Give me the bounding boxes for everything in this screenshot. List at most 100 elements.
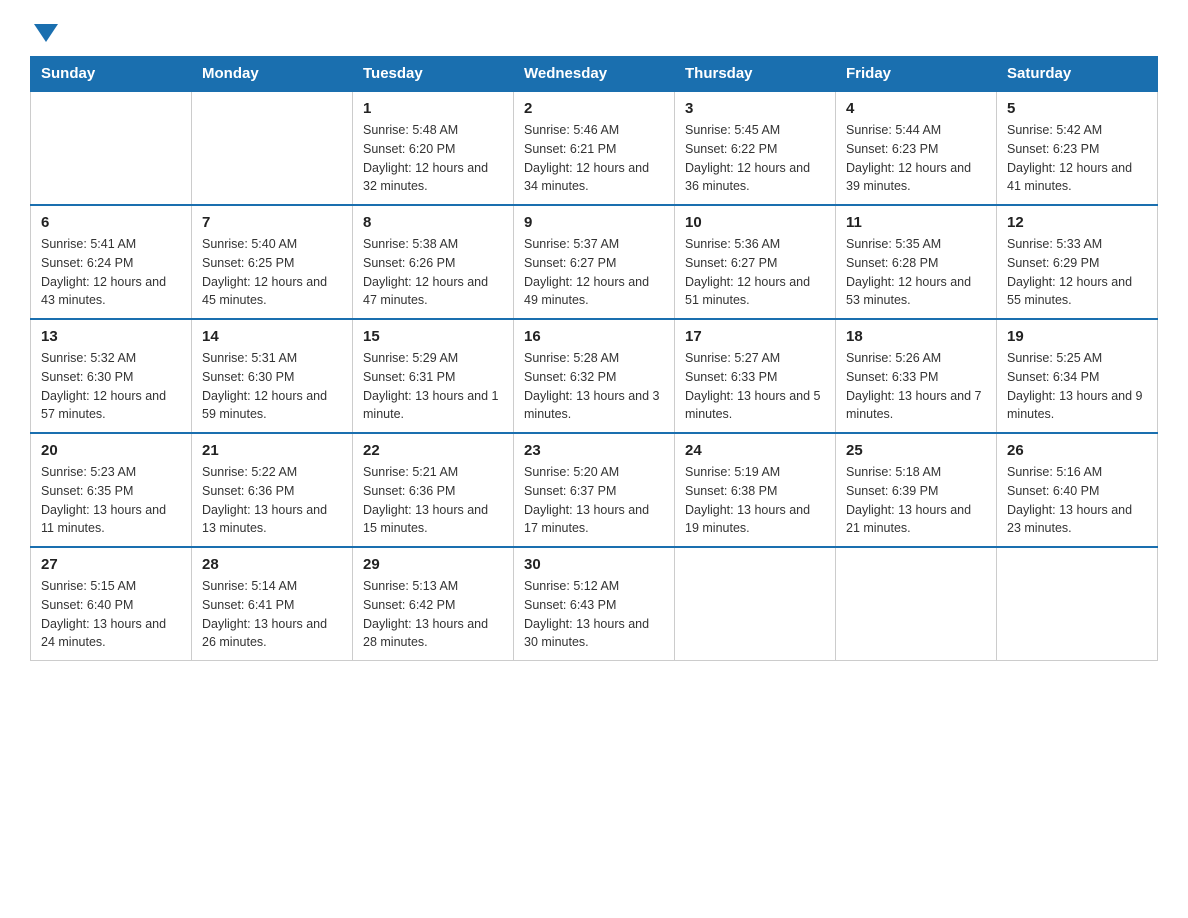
day-info: Sunrise: 5:44 AMSunset: 6:23 PMDaylight:… — [846, 121, 986, 196]
day-info: Sunrise: 5:48 AMSunset: 6:20 PMDaylight:… — [363, 121, 503, 196]
calendar-cell: 26 Sunrise: 5:16 AMSunset: 6:40 PMDayligh… — [997, 433, 1158, 547]
day-number: 17 — [685, 328, 825, 345]
day-info: Sunrise: 5:12 AMSunset: 6:43 PMDaylight:… — [524, 577, 664, 652]
day-info: Sunrise: 5:27 AMSunset: 6:33 PMDaylight:… — [685, 349, 825, 424]
calendar-cell: 16 Sunrise: 5:28 AMSunset: 6:32 PMDayligh… — [514, 319, 675, 433]
calendar-cell: 6 Sunrise: 5:41 AMSunset: 6:24 PMDaylight… — [31, 205, 192, 319]
day-info: Sunrise: 5:46 AMSunset: 6:21 PMDaylight:… — [524, 121, 664, 196]
week-row-2: 6 Sunrise: 5:41 AMSunset: 6:24 PMDaylight… — [31, 205, 1158, 319]
day-info: Sunrise: 5:28 AMSunset: 6:32 PMDaylight:… — [524, 349, 664, 424]
calendar-cell: 27Sunrise: 5:15 AMSunset: 6:40 PMDayligh… — [31, 547, 192, 661]
week-row-5: 27Sunrise: 5:15 AMSunset: 6:40 PMDayligh… — [31, 547, 1158, 661]
day-info: Sunrise: 5:13 AMSunset: 6:42 PMDaylight:… — [363, 577, 503, 652]
calendar-cell: 29 Sunrise: 5:13 AMSunset: 6:42 PMDayligh… — [353, 547, 514, 661]
calendar-cell — [836, 547, 997, 661]
calendar-cell: 22 Sunrise: 5:21 AMSunset: 6:36 PMDayligh… — [353, 433, 514, 547]
header-saturday: Saturday — [997, 57, 1158, 92]
day-info: Sunrise: 5:26 AMSunset: 6:33 PMDaylight:… — [846, 349, 986, 424]
day-number: 21 — [202, 442, 342, 459]
calendar-cell: 4 Sunrise: 5:44 AMSunset: 6:23 PMDaylight… — [836, 91, 997, 205]
header-monday: Monday — [192, 57, 353, 92]
calendar-cell — [192, 91, 353, 205]
calendar-cell: 15 Sunrise: 5:29 AMSunset: 6:31 PMDayligh… — [353, 319, 514, 433]
header-wednesday: Wednesday — [514, 57, 675, 92]
week-row-1: 1 Sunrise: 5:48 AMSunset: 6:20 PMDaylight… — [31, 91, 1158, 205]
day-number: 30 — [524, 556, 664, 573]
day-number: 14 — [202, 328, 342, 345]
day-number: 28 — [202, 556, 342, 573]
day-number: 6 — [41, 214, 181, 231]
day-number: 7 — [202, 214, 342, 231]
day-number: 25 — [846, 442, 986, 459]
day-number: 5 — [1007, 100, 1147, 117]
day-info: Sunrise: 5:36 AMSunset: 6:27 PMDaylight:… — [685, 235, 825, 310]
day-number: 9 — [524, 214, 664, 231]
day-number: 26 — [1007, 442, 1147, 459]
day-number: 4 — [846, 100, 986, 117]
calendar-cell: 10Sunrise: 5:36 AMSunset: 6:27 PMDayligh… — [675, 205, 836, 319]
day-info: Sunrise: 5:20 AMSunset: 6:37 PMDaylight:… — [524, 463, 664, 538]
calendar-cell — [31, 91, 192, 205]
day-number: 19 — [1007, 328, 1147, 345]
calendar-cell: 11Sunrise: 5:35 AMSunset: 6:28 PMDayligh… — [836, 205, 997, 319]
day-info: Sunrise: 5:19 AMSunset: 6:38 PMDaylight:… — [685, 463, 825, 538]
day-number: 8 — [363, 214, 503, 231]
day-number: 2 — [524, 100, 664, 117]
calendar-cell: 17 Sunrise: 5:27 AMSunset: 6:33 PMDayligh… — [675, 319, 836, 433]
day-info: Sunrise: 5:14 AMSunset: 6:41 PMDaylight:… — [202, 577, 342, 652]
day-info: Sunrise: 5:29 AMSunset: 6:31 PMDaylight:… — [363, 349, 503, 424]
calendar-cell: 25 Sunrise: 5:18 AMSunset: 6:39 PMDayligh… — [836, 433, 997, 547]
day-info: Sunrise: 5:15 AMSunset: 6:40 PMDaylight:… — [41, 577, 181, 652]
calendar-cell: 12 Sunrise: 5:33 AMSunset: 6:29 PMDayligh… — [997, 205, 1158, 319]
day-info: Sunrise: 5:22 AMSunset: 6:36 PMDaylight:… — [202, 463, 342, 538]
calendar-cell: 1 Sunrise: 5:48 AMSunset: 6:20 PMDaylight… — [353, 91, 514, 205]
day-info: Sunrise: 5:31 AMSunset: 6:30 PMDaylight:… — [202, 349, 342, 424]
day-number: 3 — [685, 100, 825, 117]
calendar-cell: 8 Sunrise: 5:38 AMSunset: 6:26 PMDaylight… — [353, 205, 514, 319]
day-info: Sunrise: 5:23 AMSunset: 6:35 PMDaylight:… — [41, 463, 181, 538]
day-info: Sunrise: 5:37 AMSunset: 6:27 PMDaylight:… — [524, 235, 664, 310]
calendar-cell: 30 Sunrise: 5:12 AMSunset: 6:43 PMDayligh… — [514, 547, 675, 661]
day-info: Sunrise: 5:18 AMSunset: 6:39 PMDaylight:… — [846, 463, 986, 538]
calendar-cell: 23 Sunrise: 5:20 AMSunset: 6:37 PMDayligh… — [514, 433, 675, 547]
day-number: 1 — [363, 100, 503, 117]
day-number: 13 — [41, 328, 181, 345]
day-info: Sunrise: 5:45 AMSunset: 6:22 PMDaylight:… — [685, 121, 825, 196]
calendar-cell — [997, 547, 1158, 661]
day-number: 29 — [363, 556, 503, 573]
calendar-header-row: SundayMondayTuesdayWednesdayThursdayFrid… — [31, 57, 1158, 92]
day-number: 23 — [524, 442, 664, 459]
day-number: 20 — [41, 442, 181, 459]
header-tuesday: Tuesday — [353, 57, 514, 92]
calendar-cell: 21 Sunrise: 5:22 AMSunset: 6:36 PMDayligh… — [192, 433, 353, 547]
calendar-cell: 18 Sunrise: 5:26 AMSunset: 6:33 PMDayligh… — [836, 319, 997, 433]
day-number: 16 — [524, 328, 664, 345]
day-info: Sunrise: 5:40 AMSunset: 6:25 PMDaylight:… — [202, 235, 342, 310]
day-number: 15 — [363, 328, 503, 345]
day-info: Sunrise: 5:41 AMSunset: 6:24 PMDaylight:… — [41, 235, 181, 310]
calendar-table: SundayMondayTuesdayWednesdayThursdayFrid… — [30, 56, 1158, 661]
calendar-cell: 24 Sunrise: 5:19 AMSunset: 6:38 PMDayligh… — [675, 433, 836, 547]
week-row-4: 20 Sunrise: 5:23 AMSunset: 6:35 PMDayligh… — [31, 433, 1158, 547]
day-number: 24 — [685, 442, 825, 459]
day-info: Sunrise: 5:38 AMSunset: 6:26 PMDaylight:… — [363, 235, 503, 310]
day-info: Sunrise: 5:16 AMSunset: 6:40 PMDaylight:… — [1007, 463, 1147, 538]
calendar-cell: 19 Sunrise: 5:25 AMSunset: 6:34 PMDayligh… — [997, 319, 1158, 433]
day-info: Sunrise: 5:42 AMSunset: 6:23 PMDaylight:… — [1007, 121, 1147, 196]
day-number: 12 — [1007, 214, 1147, 231]
header-friday: Friday — [836, 57, 997, 92]
day-info: Sunrise: 5:25 AMSunset: 6:34 PMDaylight:… — [1007, 349, 1147, 424]
calendar-cell: 5 Sunrise: 5:42 AMSunset: 6:23 PMDaylight… — [997, 91, 1158, 205]
day-number: 22 — [363, 442, 503, 459]
calendar-cell: 2 Sunrise: 5:46 AMSunset: 6:21 PMDaylight… — [514, 91, 675, 205]
calendar-cell — [675, 547, 836, 661]
header-sunday: Sunday — [31, 57, 192, 92]
calendar-cell: 9 Sunrise: 5:37 AMSunset: 6:27 PMDaylight… — [514, 205, 675, 319]
header-thursday: Thursday — [675, 57, 836, 92]
calendar-cell: 28 Sunrise: 5:14 AMSunset: 6:41 PMDayligh… — [192, 547, 353, 661]
calendar-cell: 20 Sunrise: 5:23 AMSunset: 6:35 PMDayligh… — [31, 433, 192, 547]
day-info: Sunrise: 5:33 AMSunset: 6:29 PMDaylight:… — [1007, 235, 1147, 310]
day-number: 18 — [846, 328, 986, 345]
day-info: Sunrise: 5:21 AMSunset: 6:36 PMDaylight:… — [363, 463, 503, 538]
calendar-cell: 3 Sunrise: 5:45 AMSunset: 6:22 PMDaylight… — [675, 91, 836, 205]
